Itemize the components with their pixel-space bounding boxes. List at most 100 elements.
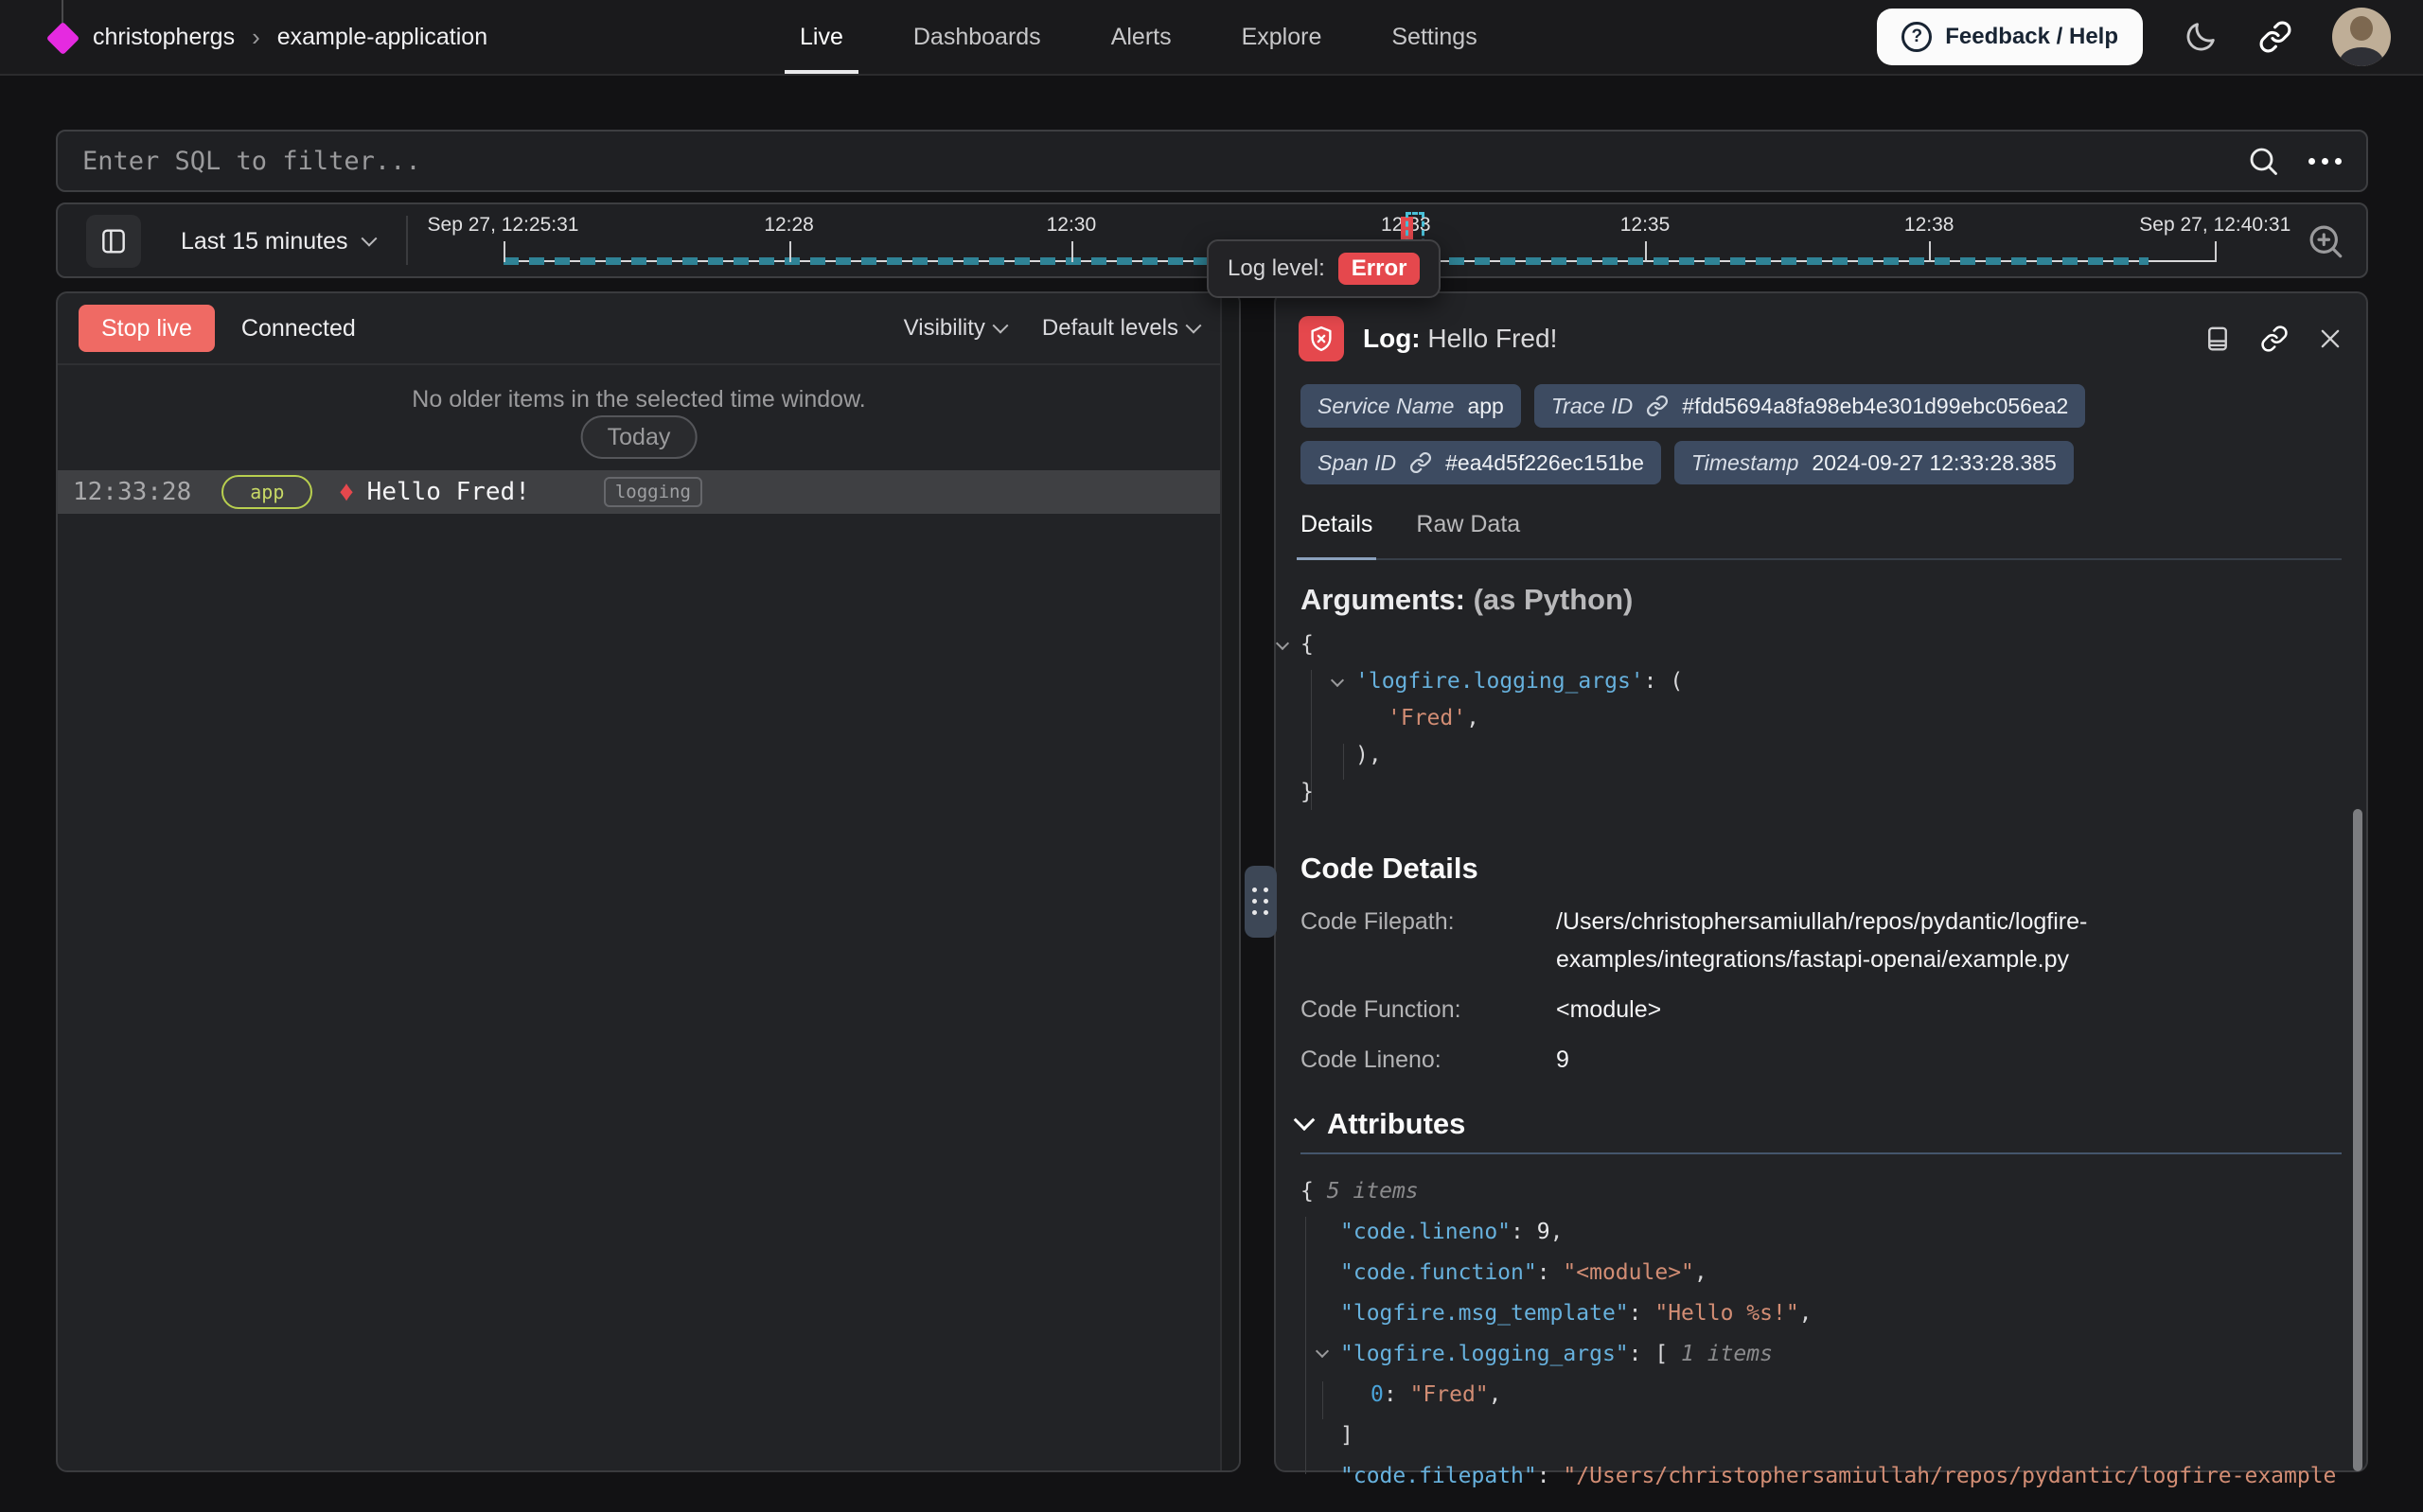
empty-state-message: No older items in the selected time wind…	[58, 386, 1220, 413]
code-line: "code.function": "<module>",	[1300, 1253, 2357, 1293]
stop-live-button[interactable]: Stop live	[79, 305, 215, 352]
tab-details[interactable]: Details	[1300, 505, 1372, 558]
nav-tab-settings[interactable]: Settings	[1391, 0, 1477, 74]
timeline-tick	[789, 241, 791, 262]
attributes-heading-text: Attributes	[1327, 1107, 1465, 1141]
detail-title-text: Hello Fred!	[1427, 324, 1557, 353]
permalink-icon[interactable]	[2260, 325, 2289, 353]
code-line: {	[1300, 626, 1683, 663]
code-line: { 5 items	[1300, 1171, 2357, 1212]
badge-label: Trace ID	[1551, 394, 1633, 419]
badge-value: #fdd5694a8fa98eb4e301d99ebc056ea2	[1682, 394, 2068, 419]
timeline-tick-label: 12:28	[764, 214, 814, 237]
badge-span-id[interactable]: Span ID#ea4d5f226ec151be	[1300, 441, 1661, 484]
sql-filter-input[interactable]: Enter SQL to filter...	[82, 147, 2246, 176]
badge-value: #ea4d5f226ec151be	[1445, 450, 1644, 476]
log-row[interactable]: 12:33:28 app ♦ Hello Fred! logging	[58, 470, 1220, 514]
code-token: {	[1300, 632, 1314, 657]
visibility-dropdown[interactable]: Visibility	[904, 315, 1006, 342]
arguments-heading-text: Arguments:	[1300, 583, 1465, 616]
timeline-tick	[504, 241, 505, 262]
collapse-chevron-icon[interactable]	[1316, 1345, 1329, 1358]
breadcrumb-org[interactable]: christophergs	[93, 24, 235, 51]
code-token: "code.filepath"	[1340, 1464, 1537, 1488]
nav-tabs: Live Dashboards Alerts Explore Settings	[800, 0, 1477, 74]
tab-raw-data[interactable]: Raw Data	[1416, 505, 1520, 558]
tooltip-label: Log level:	[1228, 255, 1325, 282]
nav-right: ? Feedback / Help	[1877, 0, 2391, 74]
user-avatar[interactable]	[2332, 8, 2391, 66]
nav-tab-alerts[interactable]: Alerts	[1111, 0, 1172, 74]
log-message: Hello Fred!	[367, 478, 530, 506]
top-nav: christophergs › example-application Live…	[0, 0, 2423, 76]
service-tag[interactable]: app	[221, 475, 312, 509]
dark-mode-moon-icon[interactable]	[2183, 19, 2219, 55]
timeline-tick-label: 12:38	[1904, 214, 1954, 237]
more-options-icon[interactable]	[2308, 158, 2342, 165]
sidebar-toggle-button[interactable]	[86, 215, 141, 268]
code-details-heading: Code Details	[1300, 852, 1478, 886]
code-token: :	[1629, 1301, 1655, 1326]
detail-tabs: Details Raw Data	[1300, 505, 2342, 560]
default-levels-label: Default levels	[1042, 315, 1178, 342]
code-token: :	[1537, 1260, 1564, 1285]
code-token: ,	[1466, 706, 1479, 730]
code-token: "Fred"	[1410, 1382, 1489, 1407]
code-token: 1 items	[1681, 1342, 1773, 1366]
close-icon[interactable]	[2317, 325, 2343, 352]
code-token: "logfire.msg_template"	[1340, 1301, 1629, 1326]
code-token: :	[1384, 1382, 1410, 1407]
code-token: ,	[1489, 1382, 1502, 1407]
logfire-app: christophergs › example-application Live…	[0, 0, 2423, 1512]
time-range-label: Last 15 minutes	[181, 228, 348, 255]
code-token: 'logfire.logging_args'	[1355, 669, 1644, 694]
code-line: ),	[1300, 737, 1683, 774]
code-line: "logfire.msg_template": "Hello %s!",	[1300, 1293, 2357, 1334]
badge-trace-id[interactable]: Trace ID #fdd5694a8fa98eb4e301d99ebc056ea…	[1534, 384, 2086, 428]
zoom-in-button[interactable]	[2306, 221, 2345, 261]
panel-resize-handle[interactable]	[1245, 866, 1277, 938]
badge-service-name[interactable]: Service Nameapp	[1300, 384, 1521, 428]
arguments-subheading: (as Python)	[1474, 583, 1634, 616]
logfire-logo-icon[interactable]	[46, 22, 80, 55]
code-detail-label: Code Function:	[1300, 991, 1556, 1029]
attributes-code-block: { 5 items"code.lineno": 9,"code.function…	[1300, 1171, 2357, 1497]
chevron-down-icon	[361, 231, 377, 247]
dock-panel-icon[interactable]	[2203, 325, 2232, 353]
badge-timestamp[interactable]: Timestamp2024-09-27 12:33:28.385	[1674, 441, 2074, 484]
code-detail-value: 9	[1556, 1041, 2181, 1079]
nav-tab-live[interactable]: Live	[800, 0, 843, 74]
code-detail-label: Code Filepath:	[1300, 903, 1556, 978]
attributes-toggle[interactable]: Attributes	[1297, 1107, 1465, 1141]
today-button[interactable]: Today	[581, 415, 698, 459]
sql-filter-bar[interactable]: Enter SQL to filter...	[56, 130, 2368, 192]
code-token: 0	[1371, 1382, 1384, 1407]
left-scrollbar-track[interactable]	[1220, 293, 1239, 1470]
feedback-help-button[interactable]: ? Feedback / Help	[1877, 9, 2143, 65]
timeline-tick	[2215, 241, 2217, 262]
code-token: ,	[1550, 1220, 1564, 1244]
collapse-chevron-icon[interactable]	[1331, 674, 1344, 687]
time-range-selector[interactable]: Last 15 minutes	[181, 204, 375, 278]
logging-tag[interactable]: logging	[604, 477, 702, 507]
search-icon[interactable]	[2246, 144, 2280, 178]
code-line: 0: "Fred",	[1300, 1375, 2357, 1415]
share-link-icon[interactable]	[2258, 20, 2292, 54]
breadcrumb-project[interactable]: example-application	[277, 24, 487, 51]
collapse-chevron-icon[interactable]	[1276, 637, 1289, 650]
detail-title-prefix: Log:	[1363, 324, 1421, 353]
code-token: ),	[1355, 743, 1382, 767]
breadcrumb-separator-icon: ›	[252, 23, 260, 52]
error-diamond-icon: ♦	[339, 478, 353, 506]
code-detail-row: Code Filepath:/Users/christophersamiulla…	[1300, 903, 2181, 978]
arguments-code-block: {'logfire.logging_args': ('Fred',),}	[1300, 626, 1683, 811]
code-line: "code.lineno": 9,	[1300, 1212, 2357, 1253]
default-levels-dropdown[interactable]: Default levels	[1042, 315, 1199, 342]
code-token: "/Users/christophersamiullah/repos/pydan…	[1563, 1464, 2336, 1488]
sql-filter-icons	[2246, 144, 2342, 178]
nav-tab-dashboards[interactable]: Dashboards	[913, 0, 1041, 74]
code-detail-value: /Users/christophersamiullah/repos/pydant…	[1556, 903, 2181, 978]
live-panel-header: Stop live Connected Visibility Default l…	[58, 293, 1220, 365]
right-scrollbar-thumb[interactable]	[2353, 809, 2362, 1471]
nav-tab-explore[interactable]: Explore	[1242, 0, 1322, 74]
